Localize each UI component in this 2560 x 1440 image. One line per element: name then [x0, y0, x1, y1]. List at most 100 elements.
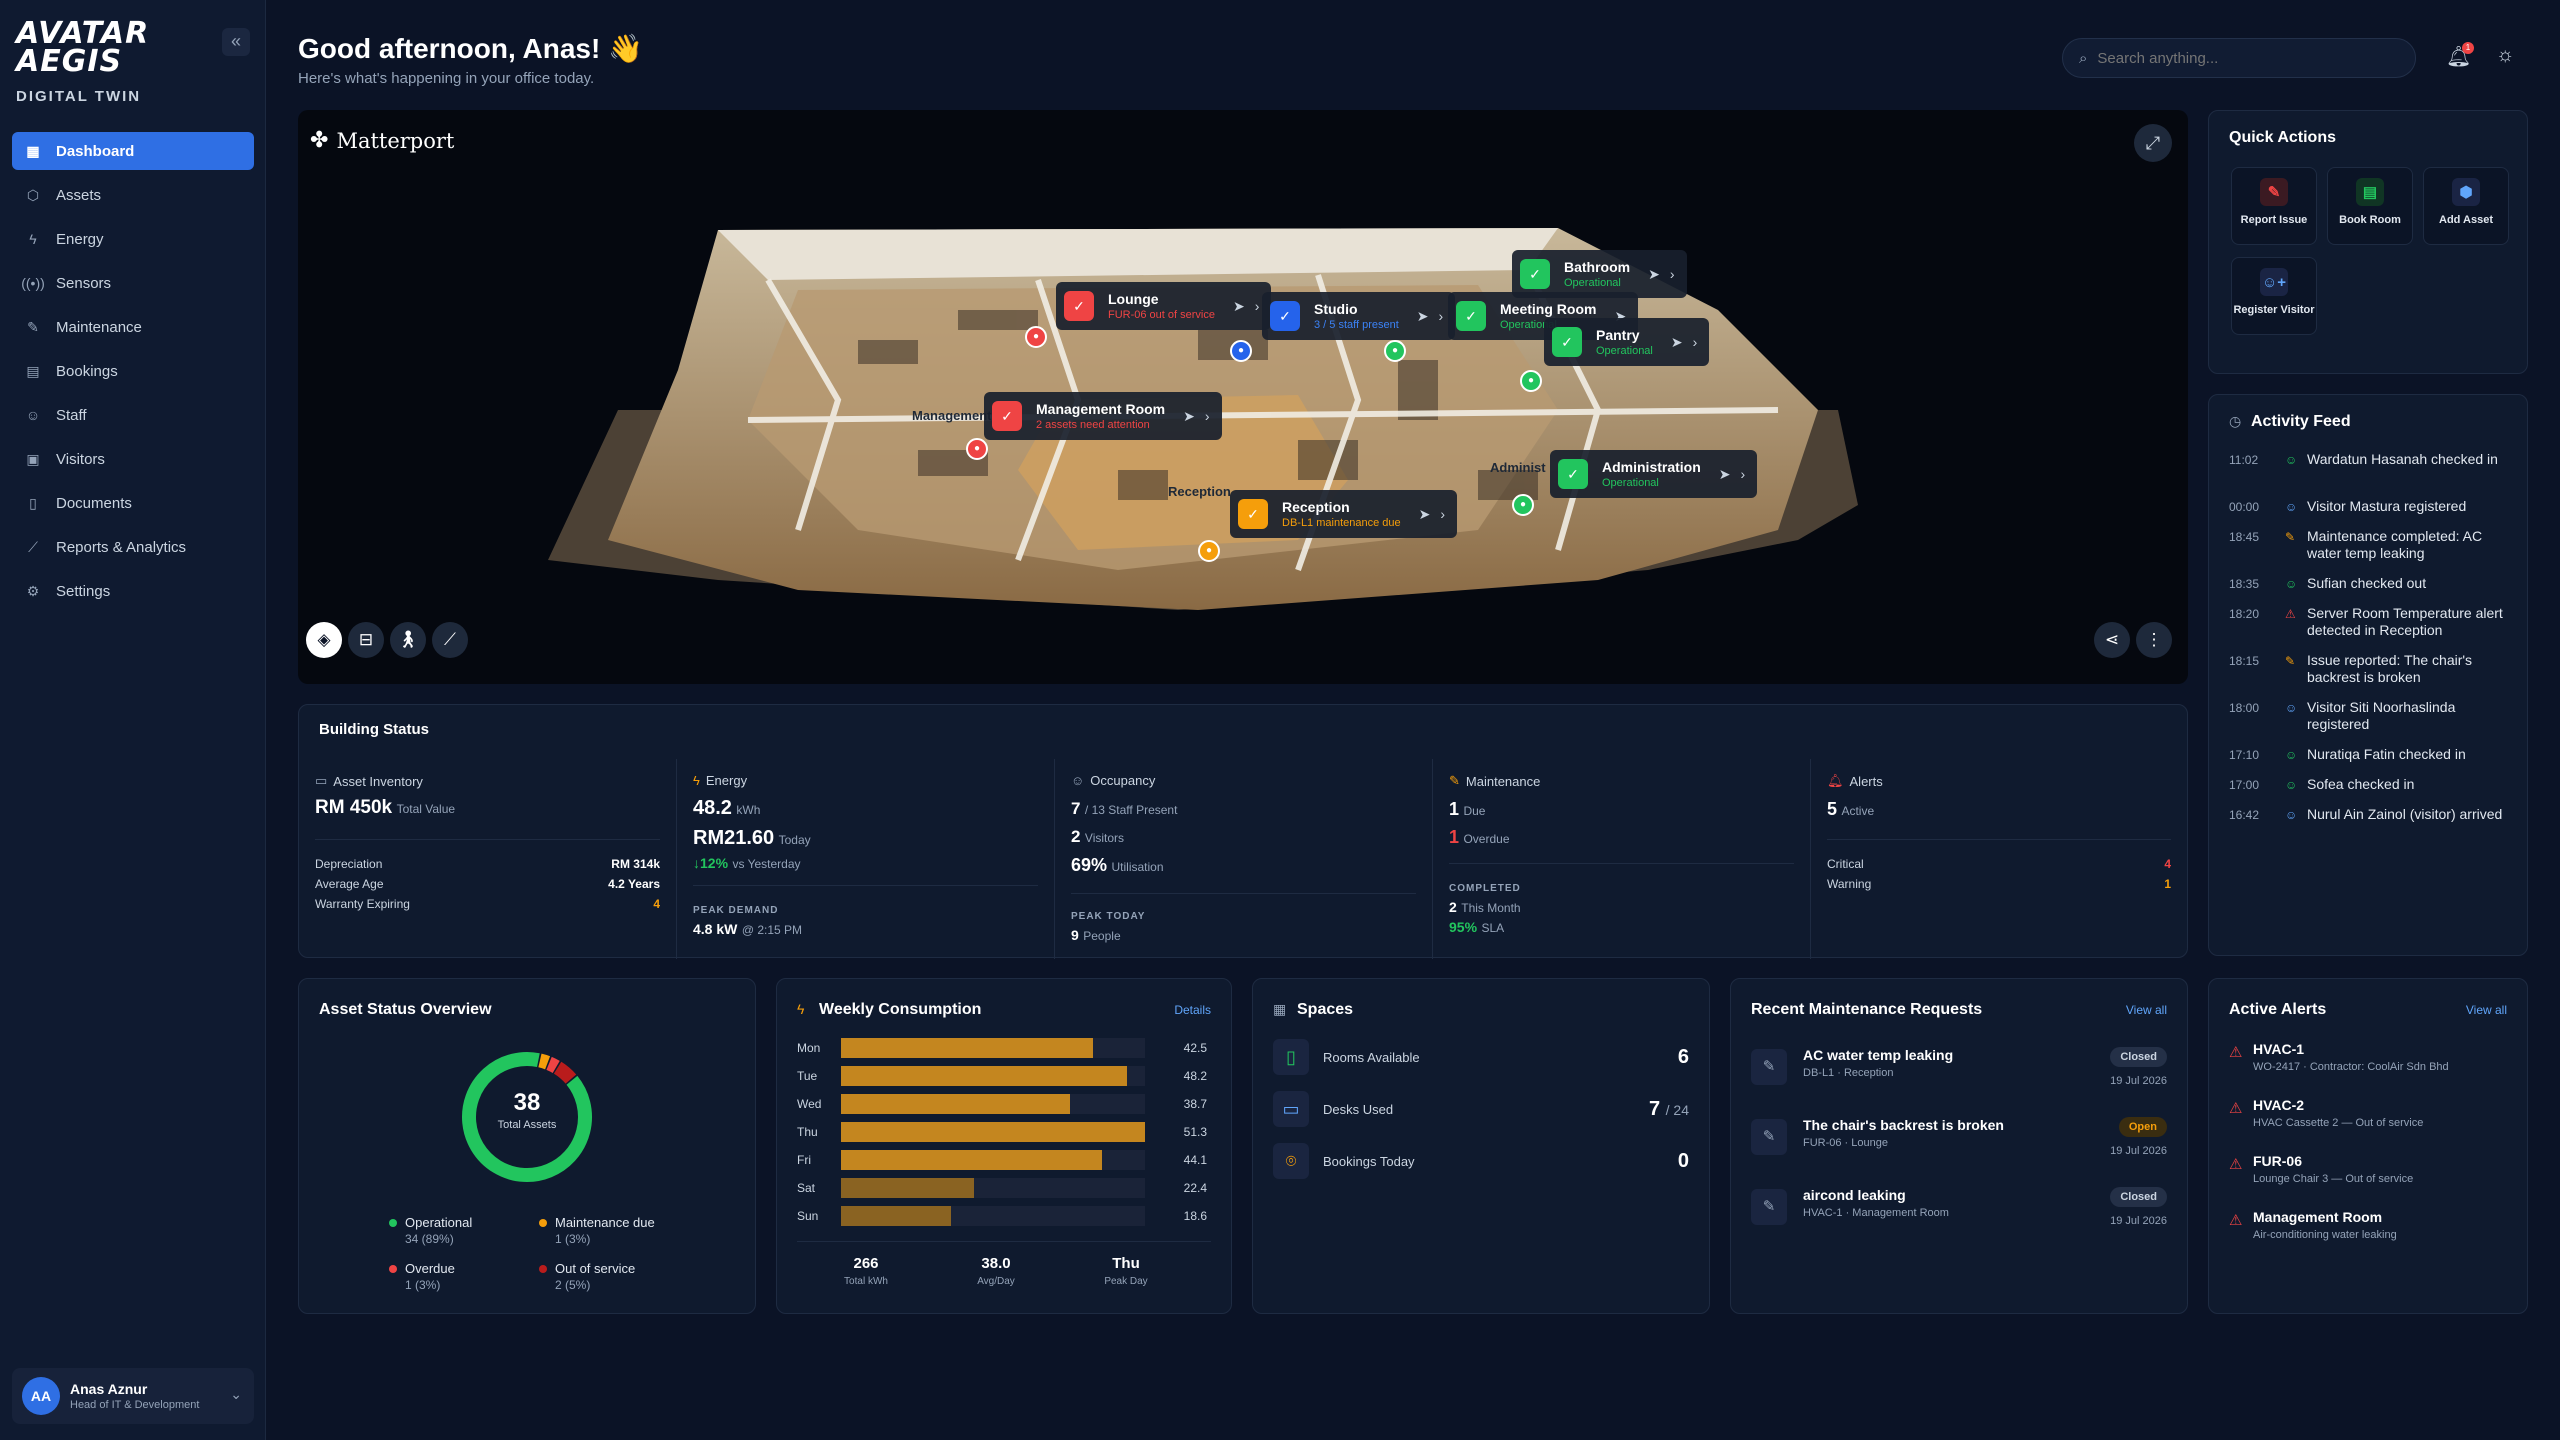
search-icon: ⌕ [2079, 49, 2088, 67]
room-card-bathroom[interactable]: ✓ Bathroom Operational ➤ › [1512, 250, 1687, 298]
maintenance-panel[interactable]: ✎ Maintenance 1 Due 1 Overdue COMPLETED 2… [1433, 759, 1811, 959]
activity-item: 18:35 ☺ Sufian checked out [2229, 575, 2519, 605]
maintenance-request-item[interactable]: ✎ AC water temp leaking DB-L1 · Receptio… [1751, 1041, 2167, 1101]
navigate-icon[interactable]: ➤ [1671, 334, 1683, 351]
sidebar-item-visitors[interactable]: ▣ Visitors [12, 440, 254, 478]
theme-toggle-icon[interactable]: ☼ [2496, 44, 2514, 67]
navigate-icon[interactable]: ➤ [1648, 266, 1660, 283]
active-alert-item[interactable]: ⚠ Management Room Air-conditioning water… [2229, 1209, 2507, 1259]
chevron-right-icon[interactable]: › [1255, 298, 1260, 314]
bar[interactable] [841, 1122, 1145, 1142]
asset-inventory-panel[interactable]: ▭ Asset Inventory RM 450k Total Value Dep… [299, 759, 677, 959]
chevron-right-icon[interactable]: › [1741, 466, 1746, 482]
report-issue-button[interactable]: ✎ Report Issue [2231, 167, 2317, 245]
register-visitor-button[interactable]: ☺+ Register Visitor [2231, 257, 2317, 335]
room-pin-studio[interactable]: ● [1230, 340, 1252, 362]
matterport-viewer[interactable]: ✤ Matterport ⤢ Management Reception Admin… [298, 110, 2188, 684]
bar[interactable] [841, 1178, 974, 1198]
navigate-icon[interactable]: ➤ [1419, 506, 1431, 523]
viewer-toolbar: ◈ ⊟ 🚶︎ ⟋ [306, 622, 474, 658]
donut-slice-overdue[interactable] [546, 1056, 560, 1074]
floorplan-3d-model[interactable] [298, 110, 2188, 684]
sidebar-item-settings[interactable]: ⚙ Settings [12, 572, 254, 610]
room-pin-meeting[interactable]: ● [1384, 340, 1406, 362]
more-options-icon[interactable]: ⋮ [2136, 622, 2172, 658]
bar[interactable] [841, 1094, 1071, 1114]
bar-row: Sat 22.4 [797, 1177, 1207, 1199]
sidebar-item-staff[interactable]: ☺ Staff [12, 396, 254, 434]
room-pin-reception[interactable]: ● [1198, 540, 1220, 562]
sidebar-item-reports-analytics[interactable]: ⟋ Reports & Analytics [12, 528, 254, 566]
sidebar-item-sensors[interactable]: ((•)) Sensors [12, 264, 254, 302]
sidebar-item-maintenance[interactable]: ✎ Maintenance [12, 308, 254, 346]
activity-item: 18:20 ⚠ Server Room Temperature alert de… [2229, 605, 2519, 652]
space-row-desks-used[interactable]: ▭ Desks Used 7 / 24 [1273, 1089, 1689, 1129]
room-card-pantry[interactable]: ✓ Pantry Operational ➤ › [1544, 318, 1710, 366]
measure-tool-button[interactable]: ⟋ [432, 622, 468, 658]
collapse-sidebar-button[interactable]: « [222, 28, 250, 56]
donut-slice-out-of-service[interactable] [553, 1061, 577, 1084]
sidebar-item-assets[interactable]: ⬡ Assets [12, 176, 254, 214]
room-card-administration[interactable]: ✓ Administration Operational ➤ › [1550, 450, 1758, 498]
avatar: AA [22, 1377, 60, 1415]
view-all-alerts-link[interactable]: View all [2466, 1003, 2507, 1017]
navigate-icon[interactable]: ➤ [1183, 408, 1195, 425]
chevron-right-icon[interactable]: › [1670, 266, 1675, 282]
room-card-studio[interactable]: ✓ Studio 3 / 5 staff present ➤ › [1262, 292, 1456, 340]
bar-row: Wed 38.7 [797, 1093, 1207, 1115]
space-row-rooms-available[interactable]: ▯ Rooms Available 6 [1273, 1037, 1689, 1077]
tick-label: Mon [797, 1041, 821, 1055]
room-pin-administration[interactable]: ● [1512, 494, 1534, 516]
room-name: Pantry [1596, 327, 1640, 343]
active-alert-item[interactable]: ⚠ FUR-06 Lounge Chair 3 — Out of service [2229, 1153, 2507, 1203]
chevron-right-icon[interactable]: › [1693, 334, 1698, 350]
sidebar-item-energy[interactable]: ϟ Energy [12, 220, 254, 258]
card-title: Recent Maintenance Requests [1751, 1001, 1983, 1018]
room-card-management-room[interactable]: ✓ Management Room 2 assets need attentio… [984, 392, 1222, 440]
room-pin-pantry[interactable]: ● [1520, 370, 1542, 392]
space-row-bookings-today[interactable]: ⌾ Bookings Today 0 [1273, 1141, 1689, 1181]
bar[interactable] [841, 1038, 1093, 1058]
room-pin-management[interactable]: ● [966, 438, 988, 460]
energy-panel[interactable]: ϟ Energy 48.2 kWh RM21.60 Today ↓12% vs Y… [677, 759, 1055, 959]
bar[interactable] [841, 1066, 1127, 1086]
floorplan-view-button[interactable]: ⊟ [348, 622, 384, 658]
bar[interactable] [841, 1150, 1103, 1170]
sidebar-item-label: Energy [56, 230, 104, 248]
donut-slice-maintenance-due[interactable] [538, 1053, 551, 1070]
sidebar-item-documents[interactable]: ▯ Documents [12, 484, 254, 522]
chevron-right-icon[interactable]: › [1205, 408, 1210, 424]
details-link[interactable]: Details [1174, 1003, 1211, 1017]
navigate-icon[interactable]: ➤ [1719, 466, 1731, 483]
wrench-icon: ✎ [27, 318, 39, 335]
view-all-maintenance-link[interactable]: View all [2126, 1003, 2167, 1017]
book-room-button[interactable]: ▤ Book Room [2327, 167, 2413, 245]
room-pin-lounge[interactable]: ● [1025, 326, 1047, 348]
navigate-icon[interactable]: ➤ [1417, 308, 1429, 325]
brand-logo[interactable]: AVATAR AEGIS [16, 19, 149, 77]
active-alert-item[interactable]: ⚠ HVAC-2 HVAC Cassette 2 — Out of servic… [2229, 1097, 2507, 1147]
chevron-right-icon[interactable]: › [1440, 506, 1445, 522]
room-card-lounge[interactable]: ✓ Lounge FUR-06 out of service ➤ › [1056, 282, 1272, 330]
dollhouse-view-button[interactable]: ◈ [306, 622, 342, 658]
data-label: 44.1 [1183, 1153, 1207, 1167]
share-icon[interactable]: ⋖ [2094, 622, 2130, 658]
navigate-icon[interactable]: ➤ [1233, 298, 1245, 315]
walk-mode-button[interactable]: 🚶︎ [390, 622, 426, 658]
expand-icon[interactable]: ⤢ [2134, 124, 2172, 162]
bar[interactable] [841, 1206, 952, 1226]
maintenance-request-item[interactable]: ✎ aircond leaking HVAC-1 · Management Ro… [1751, 1181, 2167, 1241]
user-menu[interactable]: AA Anas Aznur Head of IT & Development ⌄ [12, 1368, 254, 1424]
alerts-panel[interactable]: 🔔︎ Alerts 5 Active Critical 4 Warning 1 [1811, 759, 2187, 959]
add-asset-button[interactable]: ⬢ Add Asset [2423, 167, 2509, 245]
chevron-right-icon[interactable]: › [1439, 308, 1444, 324]
sidebar-item-bookings[interactable]: ▤ Bookings [12, 352, 254, 390]
sidebar-item-dashboard[interactable]: ▦ Dashboard [12, 132, 254, 170]
room-card-reception[interactable]: ✓ Reception DB-L1 maintenance due ➤ › [1230, 490, 1458, 538]
search-input[interactable] [2097, 49, 2398, 67]
active-alert-item[interactable]: ⚠ HVAC-1 WO-2417 · Contractor: CoolAir S… [2229, 1041, 2507, 1091]
occupancy-panel[interactable]: ☺ Occupancy 7 / 13 Staff Present 2 Visito… [1055, 759, 1433, 959]
search-box[interactable]: ⌕ [2062, 38, 2416, 78]
tick-label: Thu [797, 1125, 818, 1139]
maintenance-request-item[interactable]: ✎ The chair's backrest is broken FUR-06 … [1751, 1111, 2167, 1171]
